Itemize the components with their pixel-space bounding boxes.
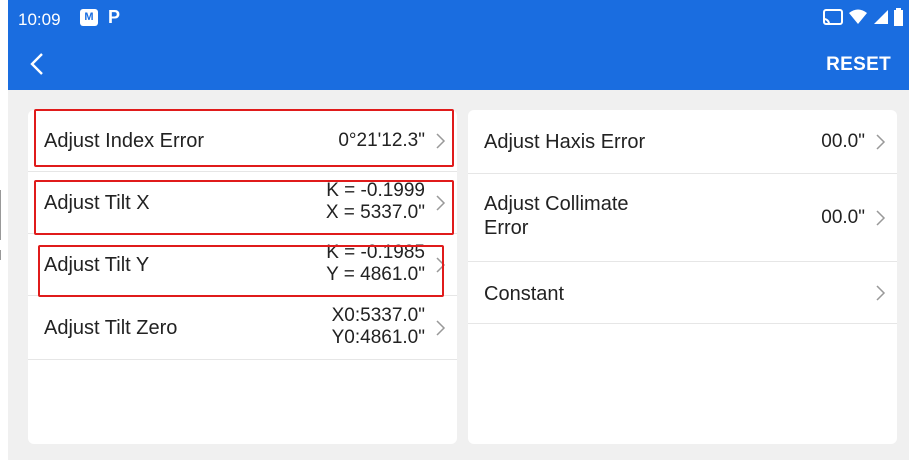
row-constant[interactable]: Constant: [468, 262, 897, 324]
row-label: Adjust Tilt X: [44, 192, 150, 214]
value-line: 0°21'12.3": [338, 130, 425, 151]
row-label: Constant: [484, 283, 565, 305]
chevron-right-icon: [876, 210, 886, 226]
row-value: 00.0": [821, 131, 865, 153]
left-edge-mark: [0, 190, 1, 240]
row-label: Adjust Tilt Zero: [44, 317, 178, 339]
reset-button[interactable]: RESET: [826, 54, 891, 76]
row-adjust-tilt-zero[interactable]: Adjust Tilt Zero X0:5337.0" Y0:4861.0": [28, 296, 457, 360]
label-line: Error: [484, 217, 529, 239]
toolbar: RESET: [8, 40, 909, 90]
row-adjust-tilt-x[interactable]: Adjust Tilt X K = -0.1999 X = 5337.0": [28, 172, 457, 234]
status-time: 10:09: [18, 10, 61, 29]
value-line: 00.0": [821, 131, 865, 152]
chevron-right-icon: [876, 134, 886, 150]
row-adjust-collimate-error[interactable]: Adjust Collimate Error 00.0": [468, 174, 897, 262]
back-arrow-icon[interactable]: [24, 50, 50, 78]
right-panel: Adjust Haxis Error 00.0" Adjust Collimat…: [468, 110, 897, 444]
label-line: Adjust Collimate: [484, 193, 629, 215]
row-label: Adjust Haxis Error: [484, 131, 646, 153]
app-screen: 10:09 M P RESET Adjust Index Error 0°21'…: [0, 0, 909, 460]
content-area: Adjust Index Error 0°21'12.3" Adjust Til…: [8, 90, 909, 460]
parking-app-icon: P: [108, 7, 121, 27]
row-label: Adjust Index Error: [44, 130, 205, 152]
chevron-right-icon: [436, 320, 446, 336]
app-notification-icon: M: [80, 9, 98, 26]
row-value: K = -0.1985 Y = 4861.0": [326, 242, 425, 286]
chevron-right-icon: [876, 285, 886, 301]
row-value: X0:5337.0" Y0:4861.0": [332, 305, 425, 349]
value-line: K = -0.1985: [326, 242, 425, 263]
row-value: K = -0.1999 X = 5337.0": [326, 180, 425, 224]
row-adjust-index-error[interactable]: Adjust Index Error 0°21'12.3": [28, 110, 457, 172]
signal-icon: [874, 10, 888, 24]
wifi-icon: [849, 9, 867, 24]
row-label: Adjust Collimate Error: [484, 192, 629, 240]
cast-icon: [823, 9, 843, 25]
battery-icon: [894, 8, 903, 26]
value-line: Y = 4861.0": [326, 264, 425, 285]
row-value: 0°21'12.3": [338, 130, 425, 152]
left-panel: Adjust Index Error 0°21'12.3" Adjust Til…: [28, 110, 457, 444]
row-adjust-tilt-y[interactable]: Adjust Tilt Y K = -0.1985 Y = 4861.0": [28, 234, 457, 296]
value-line: X0:5337.0": [331, 305, 425, 326]
value-line: K = -0.1999: [326, 180, 425, 201]
left-edge-mark: [0, 250, 1, 260]
row-adjust-haxis-error[interactable]: Adjust Haxis Error 00.0": [468, 110, 897, 174]
value-line: X = 5337.0": [325, 202, 425, 223]
value-line: Y0:4861.0": [331, 327, 425, 348]
status-bar: 10:09 M P: [8, 0, 909, 40]
row-value: 00.0": [821, 207, 865, 229]
chevron-right-icon: [436, 257, 446, 273]
chevron-right-icon: [436, 195, 446, 211]
row-label: Adjust Tilt Y: [44, 254, 150, 276]
status-icons: [823, 8, 903, 26]
chevron-right-icon: [436, 133, 446, 149]
value-line: 00.0": [821, 207, 865, 228]
